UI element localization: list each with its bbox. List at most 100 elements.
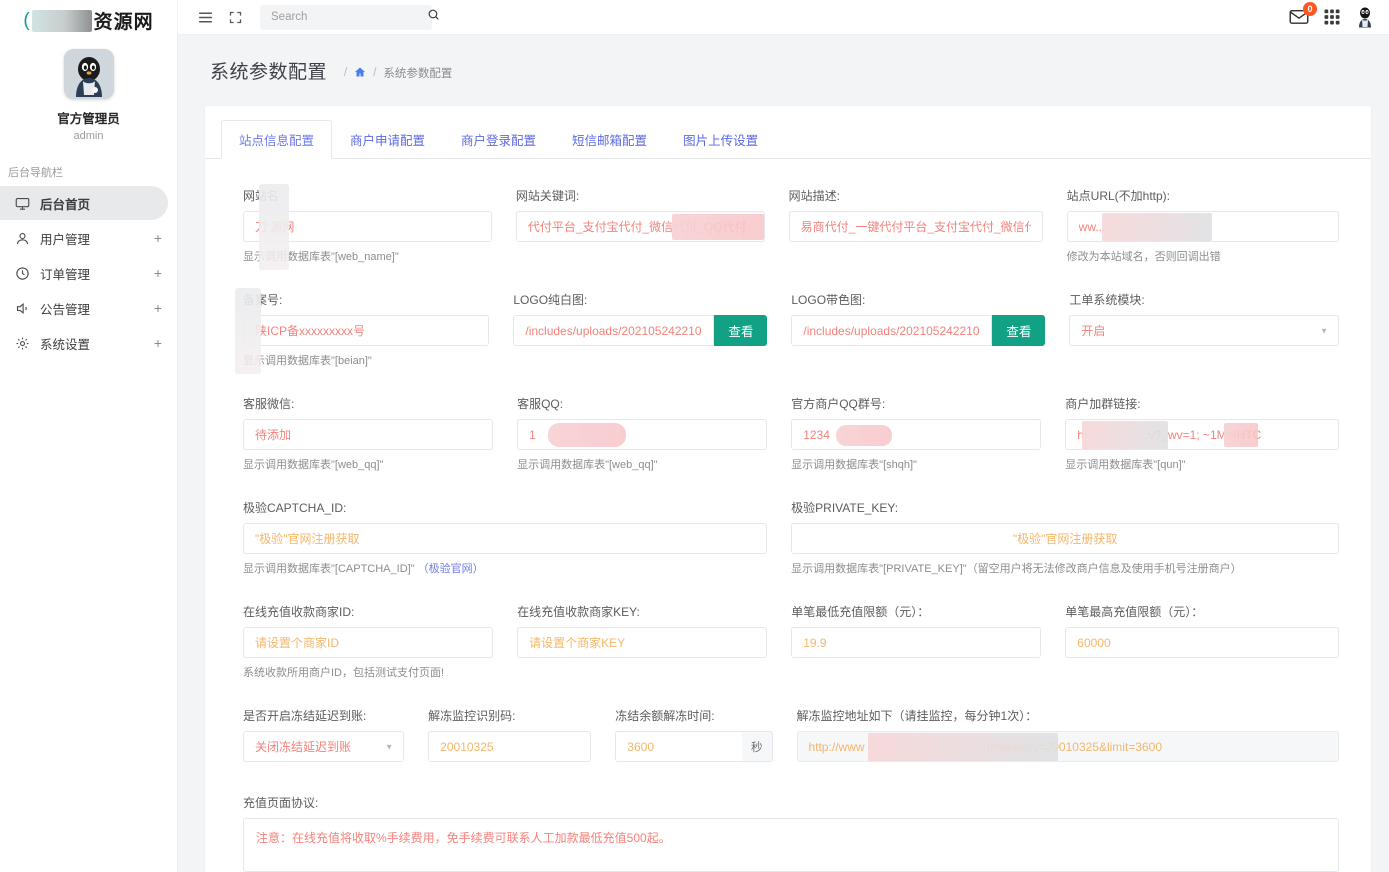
site-url-input[interactable]: ww... — [1067, 211, 1339, 242]
field-value: 1234 — [803, 428, 830, 442]
avatar[interactable] — [64, 49, 114, 99]
field-help: 显示调用数据库表"[web_qq]" — [517, 456, 767, 472]
brand-text: 资源网 — [94, 7, 154, 34]
recharge-terms-textarea[interactable]: 注意：在线充值将收取%手续费用，免手续费可联系人工加款最低充值500起。 — [243, 818, 1339, 872]
form-row-7: 充值页面协议: 注意：在线充值将收取%手续费用，免手续费可联系人工加款最低充值5… — [243, 794, 1339, 872]
search-icon[interactable] — [427, 8, 440, 26]
settings-card: 站点信息配置 商户申请配置 商户登录配置 短信邮箱配置 图片上传设置 网站名 刀 — [205, 106, 1371, 872]
field-help: 修改为本站域名，否则回调出错 — [1067, 248, 1339, 264]
field-label: 备案号: — [243, 291, 282, 308]
field-value: /includes/uploads/20210524221020658.pn — [803, 324, 980, 338]
breadcrumb-current: 系统参数配置 — [383, 65, 452, 81]
field-label: 工单系统模块: — [1069, 291, 1339, 308]
chevron-down-icon: ▼ — [1320, 326, 1328, 335]
breadcrumb: / / 系统参数配置 — [337, 65, 452, 84]
ticket-module-select[interactable]: 开启 ▼ — [1069, 315, 1339, 346]
field-value: "极验"官网注册获取 — [1013, 530, 1118, 547]
logo-color-group: /includes/uploads/20210524221020658.pn 查… — [791, 315, 1045, 346]
redacted-brand-block — [32, 10, 92, 32]
sidebar-item-orders[interactable]: 订单管理 + — [0, 256, 168, 290]
field-value: 请设置个商家ID — [255, 634, 339, 651]
field-label: 解冻监控识别码: — [428, 707, 591, 724]
web-keywords-input[interactable]: 代付平台_支付宝代付_微信代付_QQ代付 — [516, 211, 765, 242]
field-thaw-url: 解冻监控地址如下（请挂监控，每分钟1次）： http://www thaw&ke… — [797, 707, 1339, 762]
field-help: 显示调用数据库表"[web_qq]" — [243, 456, 493, 472]
official-group-input[interactable]: 1234 — [791, 419, 1041, 450]
sidebar-item-label: 公告管理 — [40, 299, 154, 318]
field-thaw-time: 冻结余额解冻时间: 3600 秒 — [615, 707, 796, 762]
expand-plus-icon[interactable]: + — [154, 231, 168, 245]
pay-mch-id-input[interactable]: 请设置个商家ID — [243, 627, 493, 658]
home-icon[interactable] — [354, 66, 366, 81]
tab-site-info[interactable]: 站点信息配置 — [221, 120, 332, 159]
user-avatar-button[interactable] — [1355, 6, 1375, 28]
tab-image-upload[interactable]: 图片上传设置 — [665, 120, 776, 159]
field-label: LOGO纯白图: — [513, 291, 767, 308]
max-recharge-input[interactable]: 60000 — [1065, 627, 1339, 658]
sidebar-item-announcements[interactable]: 公告管理 + — [0, 291, 168, 325]
field-label: 网站描述: — [789, 187, 1043, 204]
expand-plus-icon[interactable]: + — [154, 301, 168, 315]
web-name-input[interactable]: 刀 源网 — [243, 211, 492, 242]
field-help: 系统收款所用商户ID，包括测试支付页面! — [243, 664, 493, 680]
field-value: 20010325 — [440, 740, 493, 754]
profile-block: 官方管理员 admin — [0, 35, 177, 142]
thaw-time-input[interactable]: 3600 — [615, 731, 742, 762]
logo-white-input[interactable]: /includes/uploads/20210524221016865.pn — [513, 315, 714, 346]
mail-button[interactable]: 0 — [1289, 8, 1309, 26]
field-label: 在线充值收款商家ID: — [243, 603, 493, 620]
brand-logo[interactable]: ( 资源网 — [0, 0, 177, 35]
page-title: 系统参数配置 — [210, 57, 327, 84]
logo-white-group: /includes/uploads/20210524221016865.pn 查… — [513, 315, 767, 346]
beian-input[interactable]: 陕ICP备xxxxxxxxx号 — [243, 315, 489, 346]
field-help: 显示调用数据库表"[CAPTCHA_ID]" （极验官网） — [243, 560, 767, 576]
form-row-5: 在线充值收款商家ID: 请设置个商家ID 系统收款所用商户ID，包括测试支付页面… — [243, 603, 1339, 680]
kf-qq-input[interactable]: 1 — [517, 419, 767, 450]
field-label: 网站关键词: — [516, 187, 765, 204]
sidebar-item-label: 系统设置 — [40, 334, 154, 353]
field-label: 官方商户QQ群号: — [791, 395, 1041, 412]
topbar-right: 0 — [1289, 6, 1375, 28]
speaker-icon — [14, 300, 31, 317]
logo-color-input[interactable]: /includes/uploads/20210524221020658.pn — [791, 315, 992, 346]
settings-form: 网站名 刀 源网 显示调用数据库表"[web_name]" 网站关键词: 代付平… — [205, 159, 1371, 872]
min-recharge-input[interactable]: 19.9 — [791, 627, 1041, 658]
gear-icon — [14, 335, 31, 352]
field-label: 充值页面协议: — [243, 794, 1339, 811]
hamburger-icon[interactable] — [192, 4, 218, 30]
field-beian: 备案号: 陕ICP备xxxxxxxxx号 显示调用数据库表"[beian]" — [243, 291, 513, 368]
private-key-input[interactable]: "极验"官网注册获取 — [791, 523, 1339, 554]
topbar: 0 — [178, 0, 1389, 35]
field-kf-qq: 客服QQ: 1 显示调用数据库表"[web_qq]" — [517, 395, 791, 472]
sidebar-item-users[interactable]: 用户管理 + — [0, 221, 168, 255]
captcha-id-input[interactable]: "极验"官网注册获取 — [243, 523, 767, 554]
redaction-overlay — [672, 214, 764, 240]
field-label: 网站名 — [243, 187, 279, 204]
geetest-official-link[interactable]: （极验官网） — [418, 563, 484, 575]
group-link-input[interactable]: h ..v?_wv=1; ~1MnIHTC — [1065, 419, 1339, 450]
profile-role: admin — [0, 130, 177, 142]
expand-plus-icon[interactable]: + — [154, 266, 168, 280]
field-freeze-switch: 是否开启冻结延迟到账: 关闭冻结延迟到账 ▼ — [243, 707, 428, 762]
thaw-url-display[interactable]: http://www thaw&key=20010325&limit=3600 — [797, 731, 1339, 762]
sidebar-item-dashboard[interactable]: 后台首页 — [0, 186, 168, 220]
apps-button[interactable] — [1323, 8, 1341, 26]
web-desc-input[interactable]: 易商代付_一键代付平台_支付宝代付_微信代付_QQ代 — [789, 211, 1043, 242]
view-logo-white-button[interactable]: 查看 — [714, 315, 767, 346]
search-box[interactable] — [260, 5, 432, 30]
expand-plus-icon[interactable]: + — [154, 336, 168, 350]
kf-wechat-input[interactable]: 待添加 — [243, 419, 493, 450]
tab-sms-email[interactable]: 短信邮箱配置 — [554, 120, 665, 159]
freeze-switch-select[interactable]: 关闭冻结延迟到账 ▼ — [243, 731, 404, 762]
fullscreen-icon[interactable] — [222, 4, 248, 30]
field-logo-white: LOGO纯白图: /includes/uploads/2021052422101… — [513, 291, 791, 368]
tab-merchant-apply[interactable]: 商户申请配置 — [332, 120, 443, 159]
tab-merchant-login[interactable]: 商户登录配置 — [443, 120, 554, 159]
field-ticket-module: 工单系统模块: 开启 ▼ — [1069, 291, 1339, 368]
sidebar-item-settings[interactable]: 系统设置 + — [0, 326, 168, 360]
view-logo-color-button[interactable]: 查看 — [992, 315, 1045, 346]
thaw-code-input[interactable]: 20010325 — [428, 731, 591, 762]
pay-mch-key-input[interactable]: 请设置个商家KEY — [517, 627, 767, 658]
field-label: 商户加群链接: — [1065, 395, 1339, 412]
search-input[interactable] — [269, 10, 427, 24]
